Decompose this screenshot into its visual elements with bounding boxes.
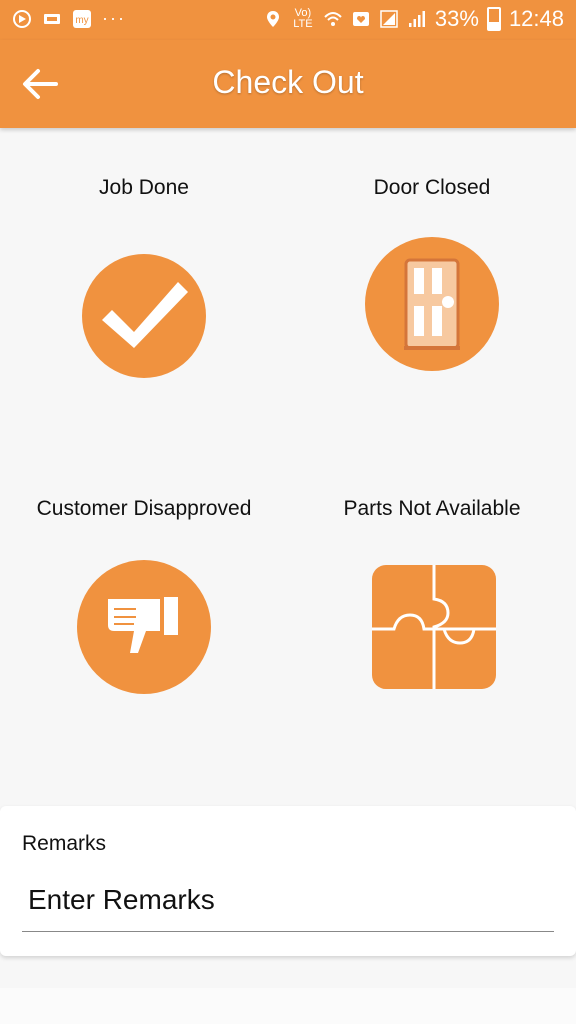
status-left-icons: my ··· (12, 8, 126, 29)
location-icon (266, 11, 279, 27)
door-icon-wrap (362, 234, 502, 374)
remarks-card: Remarks (0, 806, 576, 956)
signal-bars-icon (408, 11, 425, 27)
option-label: Door Closed (373, 176, 491, 199)
status-bar: my ··· Vo) LTE 33% 12:48 (0, 0, 576, 40)
option-label: Customer Disapproved (36, 497, 252, 520)
clock: 12:48 (508, 6, 564, 31)
more-notifications-icon: ··· (102, 8, 126, 28)
notification-icon (352, 12, 369, 26)
option-parts-not-available[interactable]: Parts Not Available (288, 497, 576, 697)
svg-text:my: my (75, 15, 88, 26)
volte-icon: Vo) LTE (293, 7, 313, 30)
thumbs-down-icon (77, 560, 211, 694)
battery-percent: 33% (434, 6, 479, 31)
remarks-input[interactable] (22, 868, 554, 932)
option-door-closed[interactable]: Door Closed (288, 176, 576, 374)
door-icon (365, 237, 499, 371)
app-bar: Check Out (0, 40, 576, 128)
option-customer-disapproved[interactable]: Customer Disapproved (0, 497, 288, 697)
checkmark-icon-wrap (74, 246, 214, 386)
signal-icon (380, 10, 398, 28)
checkmark-icon (82, 254, 206, 378)
option-label: Parts Not Available (343, 497, 521, 520)
battery-icon (486, 7, 501, 31)
wifi-icon (324, 12, 342, 26)
option-job-done[interactable]: Job Done (0, 176, 288, 386)
my-app-icon: my (73, 9, 91, 28)
status-right-icons: Vo) LTE 33% 12:48 (263, 6, 564, 32)
sim-icon (44, 13, 60, 24)
bottom-strip (0, 988, 576, 1024)
puzzle-icon-wrap (362, 557, 502, 697)
app-icon (13, 9, 31, 28)
puzzle-icon (372, 565, 496, 689)
remarks-label: Remarks (22, 832, 107, 855)
option-label: Job Done (99, 176, 189, 199)
page-title: Check Out (212, 64, 364, 100)
thumbs-down-icon-wrap (74, 557, 214, 697)
